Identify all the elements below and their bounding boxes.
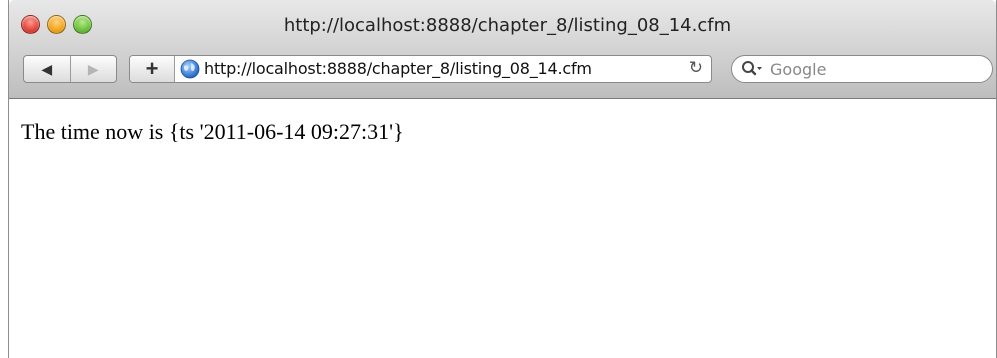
back-button[interactable]: ◀ xyxy=(24,56,70,82)
reload-icon: ↻ xyxy=(688,58,703,77)
reload-button[interactable]: ↻ xyxy=(689,58,703,78)
globe-icon xyxy=(180,59,200,79)
address-bar[interactable]: + http://localhost:8888/chapter_8/listin… xyxy=(129,55,712,83)
window-title: http://localhost:8888/chapter_8/listing_… xyxy=(283,15,732,36)
plus-icon: + xyxy=(145,56,159,81)
search-field[interactable]: Google xyxy=(731,55,993,83)
search-placeholder: Google xyxy=(770,60,827,79)
page-content: The time now is {ts '2011-06-14 09:27:31… xyxy=(9,99,996,358)
add-bookmark-button[interactable]: + xyxy=(130,56,175,82)
time-output-text: The time now is {ts '2011-06-14 09:27:31… xyxy=(21,119,404,144)
forward-arrow-icon: ▶ xyxy=(87,60,99,77)
toolbar: ◀ ▶ + http://localhost:8888/chapter_8/li… xyxy=(9,52,996,88)
url-input[interactable]: http://localhost:8888/chapter_8/listing_… xyxy=(204,59,654,78)
browser-window: http://localhost:8888/chapter_8/listing_… xyxy=(8,0,997,358)
magnifier-dropdown-icon xyxy=(742,61,762,76)
back-arrow-icon: ◀ xyxy=(41,60,53,77)
browser-chrome: http://localhost:8888/chapter_8/listing_… xyxy=(9,0,996,99)
forward-button[interactable]: ▶ xyxy=(69,56,117,82)
nav-buttons: ◀ ▶ xyxy=(23,55,117,83)
